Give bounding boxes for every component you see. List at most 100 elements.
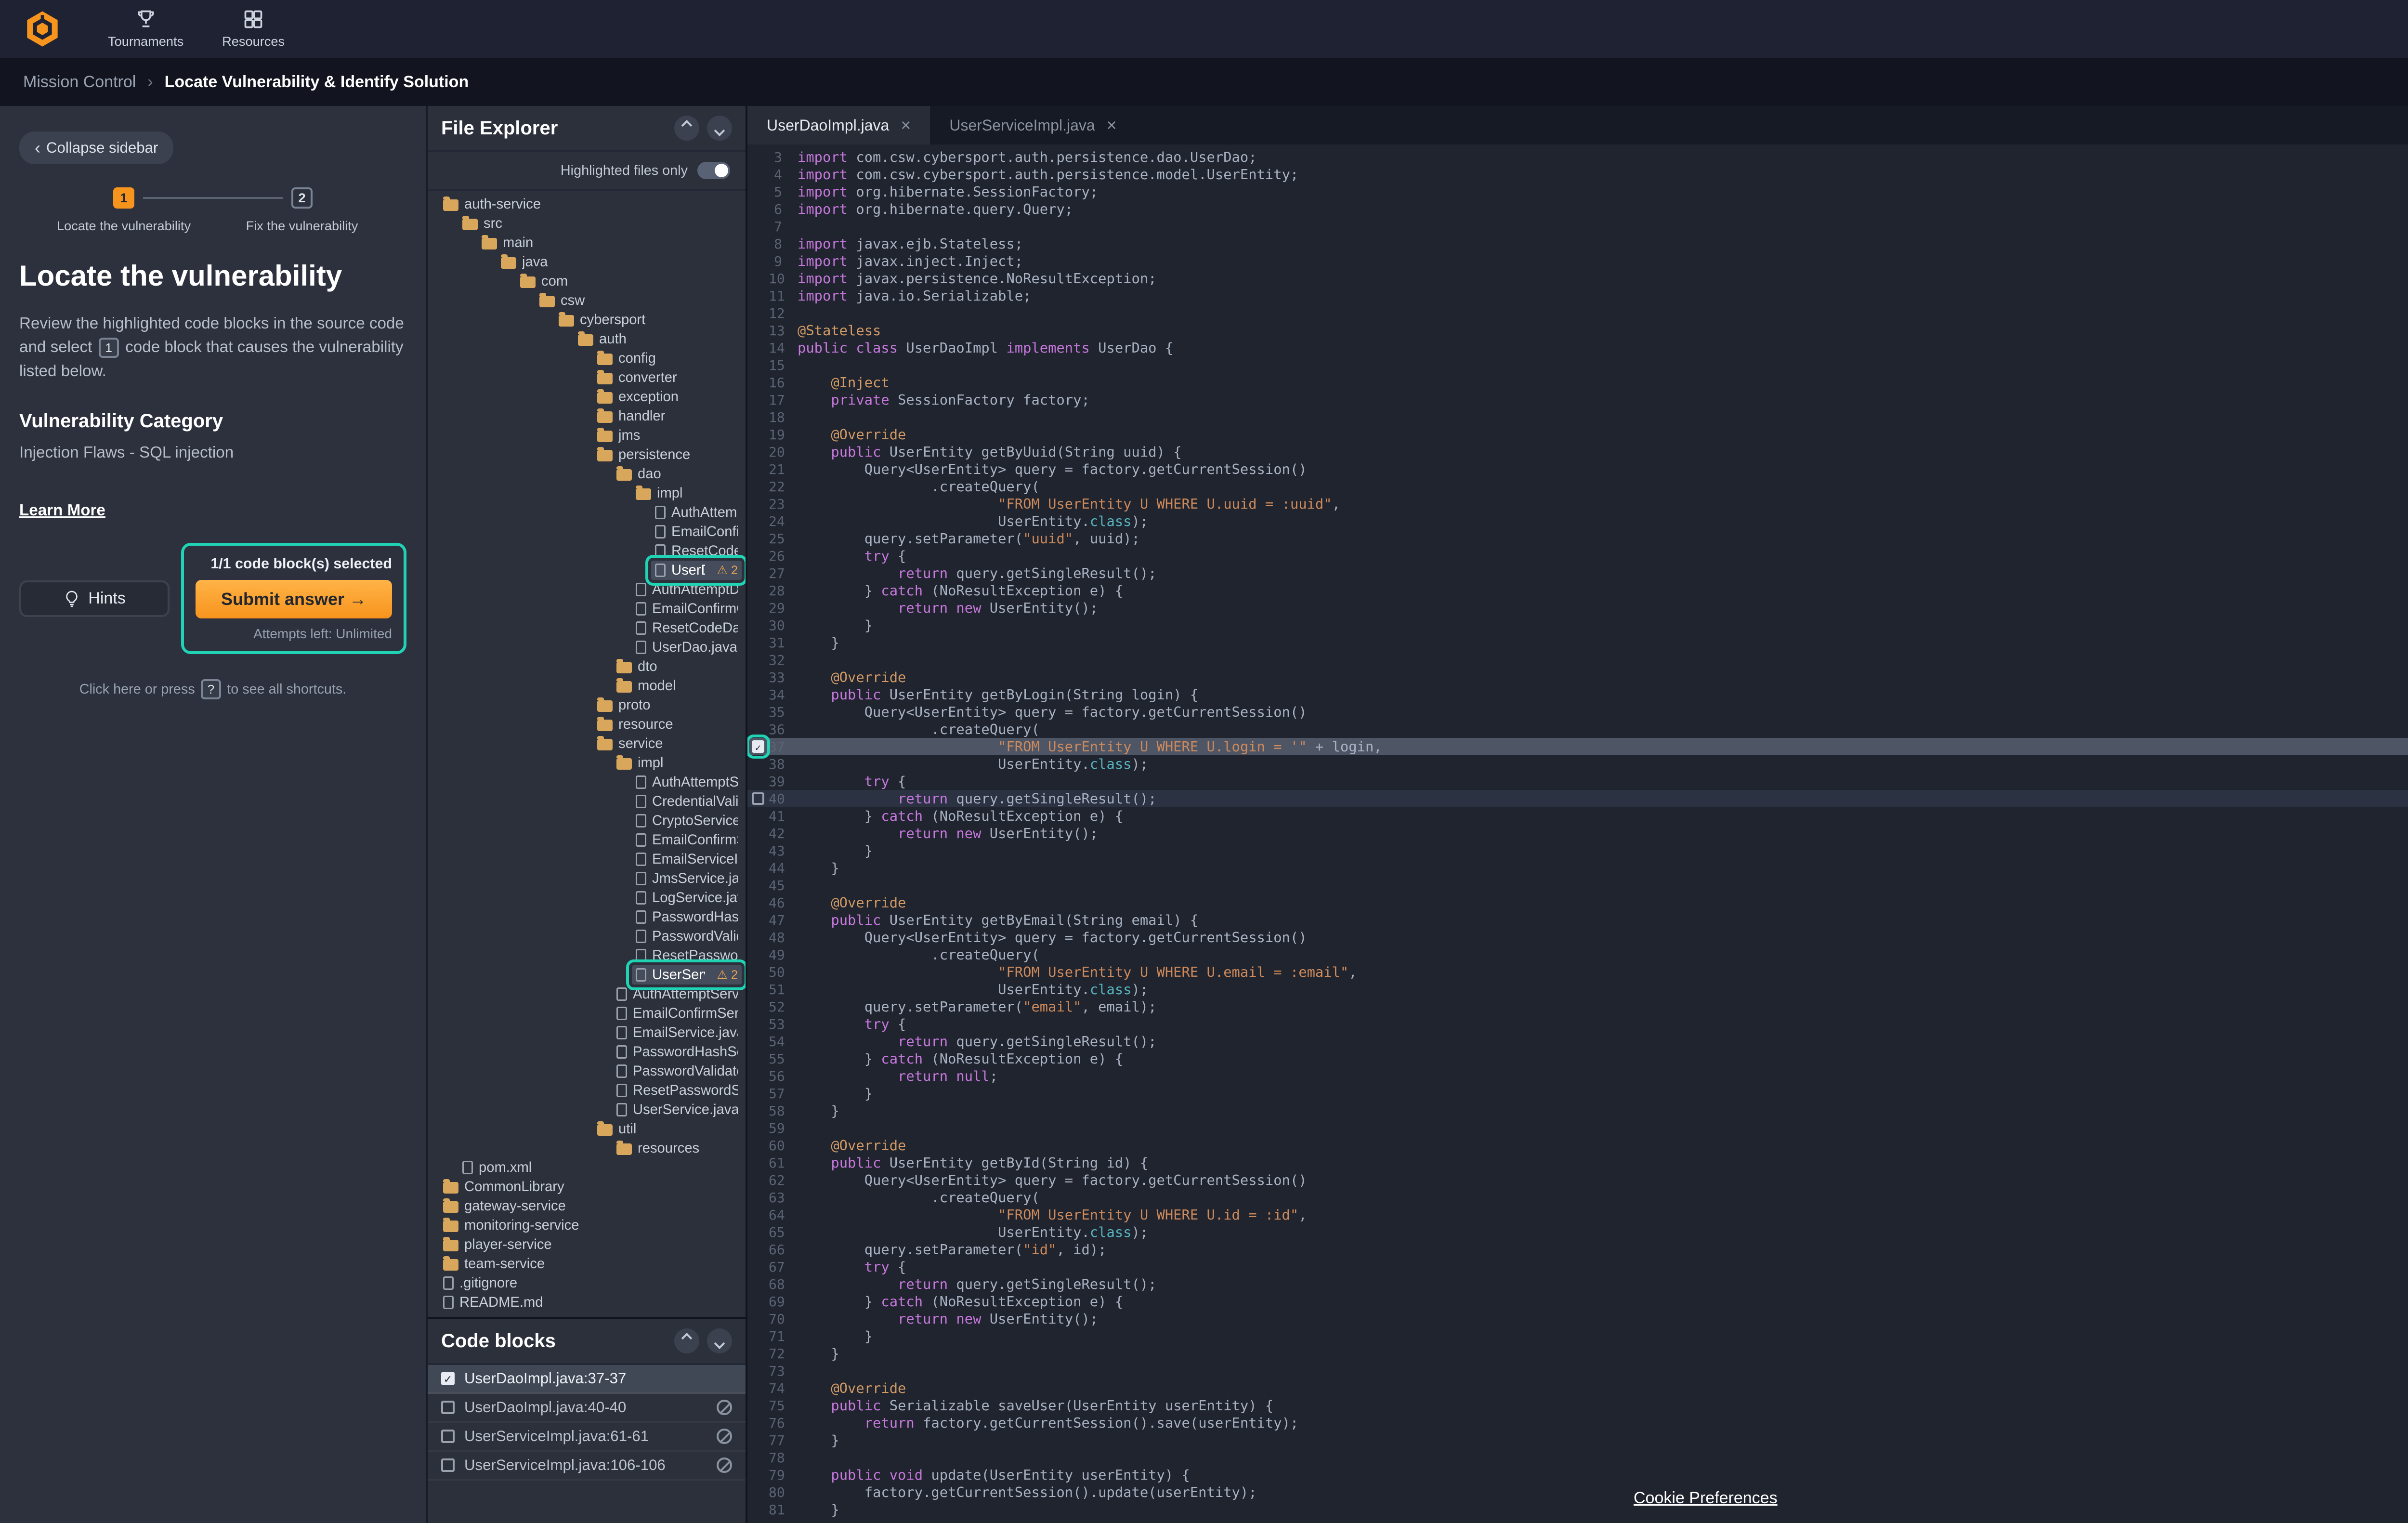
tree-file-readme-md[interactable]: README.md <box>428 1293 746 1312</box>
code-text: import javax.persistence.NoResultExcepti… <box>798 270 1157 287</box>
code-block-item-1[interactable]: UserDaoImpl.java:40-40 <box>428 1394 746 1423</box>
tree-file-userdao-java[interactable]: UserDao.java <box>428 638 746 657</box>
code-block-item-3[interactable]: UserServiceImpl.java:106-106 <box>428 1452 746 1481</box>
code-block-item-2[interactable]: UserServiceImpl.java:61-61 <box>428 1423 746 1452</box>
tree-file-emailconfirmcode[interactable]: EmailConfirmCode… <box>428 599 746 618</box>
tree-folder-resources[interactable]: resources <box>428 1139 746 1158</box>
tree-folder-service[interactable]: service <box>428 734 746 753</box>
tree-file-resetcodedaoi[interactable]: ResetCodeDaoI… <box>428 541 746 561</box>
tree-item: ResetPasswordSe… <box>632 946 742 965</box>
brand-logo[interactable] <box>23 10 62 48</box>
tree-folder-exception[interactable]: exception <box>428 387 746 407</box>
tree-folder-player-service[interactable]: player-service <box>428 1235 746 1254</box>
tree-folder-impl[interactable]: impl <box>428 484 746 503</box>
code-block-checkbox[interactable] <box>441 1458 455 1472</box>
highlighted-files-toggle[interactable] <box>697 162 730 179</box>
tree-folder-util[interactable]: util <box>428 1119 746 1139</box>
code-block-checkbox[interactable]: ✓ <box>441 1372 455 1385</box>
line-number: 79 <box>769 1467 798 1483</box>
tree-file-authattemptdao[interactable]: AuthAttemptDao… <box>428 503 746 522</box>
close-tab-icon[interactable]: × <box>901 115 911 135</box>
tree-folder-com[interactable]: com <box>428 272 746 291</box>
tree-file-resetpasswordse[interactable]: ResetPasswordSe… <box>428 946 746 965</box>
file-explorer-prev-button[interactable] <box>674 116 699 141</box>
tree-file-userservice-java[interactable]: UserService.java <box>428 1100 746 1119</box>
submit-answer-button[interactable]: Submit answer → <box>196 580 392 618</box>
tree-file-pom-xml[interactable]: pom.xml <box>428 1158 746 1177</box>
close-tab-icon[interactable]: × <box>1107 115 1117 135</box>
tree-folder-proto[interactable]: proto <box>428 696 746 715</box>
tree-file-emailconfirmservic[interactable]: EmailConfirmServic… <box>428 1004 746 1023</box>
tree-file-userservice[interactable]: UserService…⚠ 2 <box>428 965 746 985</box>
tree-folder-converter[interactable]: converter <box>428 368 746 387</box>
code-line-58: 58 } <box>747 1102 2408 1119</box>
disable-icon[interactable] <box>717 1429 732 1444</box>
tab-userdaoimpl[interactable]: UserDaoImpl.java × <box>747 106 930 144</box>
line-number: 29 <box>769 600 798 616</box>
tree-folder-main[interactable]: main <box>428 233 746 252</box>
code-select-checkbox-line-40[interactable] <box>752 792 764 805</box>
nav-tournaments[interactable]: Tournaments <box>89 0 203 58</box>
code-blocks-next-button[interactable] <box>707 1328 732 1353</box>
breadcrumb-mission-control[interactable]: Mission Control <box>23 73 136 92</box>
tree-file-logservice-java[interactable]: LogService.java <box>428 888 746 907</box>
code-blocks-prev-button[interactable] <box>674 1328 699 1353</box>
tree-file-emailservice-java[interactable]: EmailService.java <box>428 1023 746 1042</box>
tree-folder-java[interactable]: java <box>428 252 746 272</box>
line-number: 14 <box>769 340 798 356</box>
tree-file-passwordvalidators[interactable]: PasswordValidatorS… <box>428 1062 746 1081</box>
code-text: return factory.getCurrentSession().save(… <box>798 1415 1298 1431</box>
tree-folder-handler[interactable]: handler <box>428 407 746 426</box>
tree-file-credentialvalida[interactable]: CredentialValida… <box>428 792 746 811</box>
code-line-16: 16 @Inject <box>747 374 2408 391</box>
tree-folder-dao[interactable]: dao <box>428 464 746 484</box>
code-block-checkbox[interactable] <box>441 1401 455 1414</box>
tree-file-passwordhashserv[interactable]: PasswordHashServ… <box>428 907 746 927</box>
tree-file-cryptoservice-ja[interactable]: CryptoService.ja… <box>428 811 746 830</box>
file-explorer-next-button[interactable] <box>707 116 732 141</box>
tree-file-emailserviceimpl[interactable]: EmailServiceImpl… <box>428 850 746 869</box>
cookie-preferences-link[interactable]: Cookie Preferences <box>1634 1489 1778 1508</box>
tree-file-resetcodedao-java[interactable]: ResetCodeDao.java <box>428 618 746 638</box>
tree-file-gitignore[interactable]: .gitignore <box>428 1274 746 1293</box>
tree-folder-gateway-service[interactable]: gateway-service <box>428 1196 746 1216</box>
disable-icon[interactable] <box>717 1400 732 1415</box>
tree-folder-jms[interactable]: jms <box>428 426 746 445</box>
tree-folder-impl[interactable]: impl <box>428 753 746 773</box>
tree-folder-monitoring-service[interactable]: monitoring-service <box>428 1216 746 1235</box>
tree-file-passwordvalidato[interactable]: PasswordValidato… <box>428 927 746 946</box>
shortcuts-hint[interactable]: Click here or press ? to see all shortcu… <box>19 679 406 699</box>
tree-folder-cybersport[interactable]: cybersport <box>428 310 746 329</box>
tree-folder-config[interactable]: config <box>428 349 746 368</box>
tree-file-authattemptservi[interactable]: AuthAttemptServi… <box>428 773 746 792</box>
tree-file-passwordhashservic[interactable]: PasswordHashServic… <box>428 1042 746 1062</box>
hints-button[interactable]: Hints <box>19 580 170 617</box>
code-text: public class UserDaoImpl implements User… <box>798 340 1173 356</box>
tree-file-authattemptservic[interactable]: AuthAttemptServic… <box>428 985 746 1004</box>
code-block-checkbox[interactable] <box>441 1430 455 1443</box>
tree-folder-src[interactable]: src <box>428 214 746 233</box>
tab-userserviceimpl[interactable]: UserServiceImpl.java × <box>930 106 1136 144</box>
code-select-checkbox-line-37[interactable]: ✓ <box>752 740 764 753</box>
tree-file-jmsservice-java[interactable]: JmsService.java <box>428 869 746 888</box>
disable-icon[interactable] <box>717 1457 732 1473</box>
tree-item-label: pom.xml <box>479 1160 532 1176</box>
tree-folder-auth-service[interactable]: auth-service <box>428 195 746 214</box>
code-block-item-0[interactable]: ✓UserDaoImpl.java:37-37 <box>428 1365 746 1394</box>
tree-folder-model[interactable]: model <box>428 676 746 696</box>
tree-folder-persistence[interactable]: persistence <box>428 445 746 464</box>
tree-file-emailconfirmco[interactable]: EmailConfirmCo… <box>428 522 746 541</box>
tree-file-userdaoim[interactable]: UserDaoIm…⚠ 2 <box>428 561 746 580</box>
tree-folder-dto[interactable]: dto <box>428 657 746 676</box>
tree-file-emailconfirmserv[interactable]: EmailConfirmServ… <box>428 830 746 850</box>
tree-folder-resource[interactable]: resource <box>428 715 746 734</box>
nav-resources[interactable]: Resources <box>203 0 304 58</box>
tree-folder-auth[interactable]: auth <box>428 329 746 349</box>
collapse-sidebar-button[interactable]: ‹ Collapse sidebar <box>19 131 173 164</box>
tree-folder-team-service[interactable]: team-service <box>428 1254 746 1274</box>
tree-folder-csw[interactable]: csw <box>428 291 746 310</box>
tree-file-authattemptdao[interactable]: AuthAttemptDao… <box>428 580 746 599</box>
tree-folder-commonlibrary[interactable]: CommonLibrary <box>428 1177 746 1196</box>
learn-more-link[interactable]: Learn More <box>19 501 105 520</box>
tree-file-resetpasswordservi[interactable]: ResetPasswordServi… <box>428 1081 746 1100</box>
